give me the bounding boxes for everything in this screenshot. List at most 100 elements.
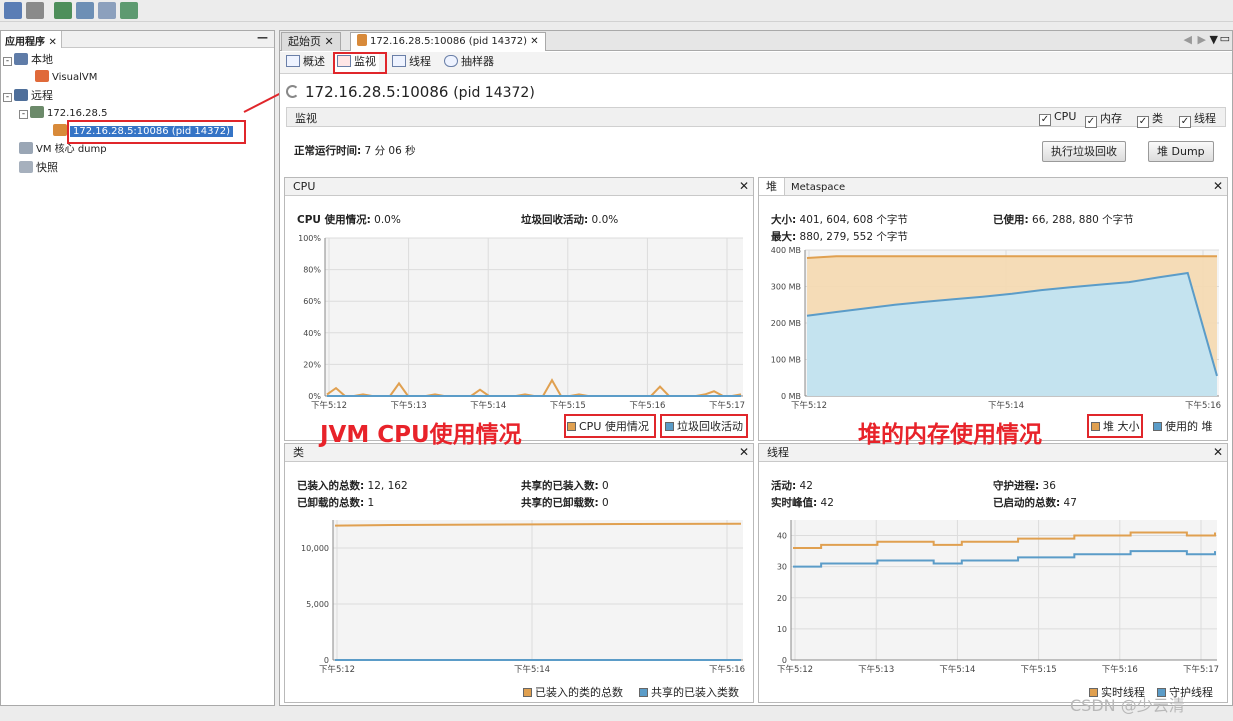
close-icon[interactable]: ✕ [1213,444,1223,461]
annotation-heap: 堆的内存使用情况 [858,422,1042,448]
perform-gc-button[interactable]: 执行垃圾回收 [1042,141,1126,162]
heap-dump-button[interactable]: 堆 Dump [1148,141,1214,162]
tab-list-icon[interactable]: ▼ [1210,33,1218,46]
java-process-icon [53,124,67,136]
heap-max-value: 880, 279, 552 个字节 [799,231,908,243]
tree-core-dump-label: VM 核心 dump [36,144,107,155]
close-icon[interactable]: ✕ [530,36,538,47]
classes-unloaded-label: 已卸载的总数: [297,497,365,509]
java-app-icon [35,70,49,82]
shared-unloaded-value: 0 [602,497,609,509]
threads-started-value: 47 [1063,497,1077,509]
x-tick-label: 下午5:13 [858,664,894,675]
tab-jvm[interactable]: 172.16.28.5:10086 (pid 14372) ✕ [350,32,546,51]
y-tick-label: 300 MB [771,283,801,292]
threads-live-stat: 活动: 42 [771,478,813,493]
threads-icon [392,55,406,67]
collapse-icon[interactable]: - [3,93,12,102]
y-tick-label: 40 [777,532,787,541]
classes-panel: 类 ✕ 已装入的总数: 12, 162 已卸载的总数: 1 共享的已装入数: 0 … [284,443,754,703]
tab-jvm-label: 172.16.28.5:10086 (pid 14372) [370,36,528,47]
minimize-icon[interactable]: — [257,31,268,44]
tree-remote[interactable]: - 远程 [3,87,53,104]
heap-legend-used-label: 使用的 堆 [1165,420,1213,433]
threads-daemon-stat: 守护进程: 36 [993,478,1056,493]
collapse-icon[interactable]: - [19,110,28,119]
close-icon[interactable]: ✕ [739,444,749,461]
close-icon[interactable]: ✕ [48,37,56,48]
core-dump-icon [19,142,33,154]
x-tick-label: 下午5:16 [1102,664,1138,675]
y-tick-label: 0 [324,656,329,665]
y-tick-label: 20 [777,594,787,603]
snapshots-icon [19,161,33,173]
view-subtabs: 概述 监视 线程 抽样器 [280,52,1232,74]
save-icon[interactable] [26,2,44,19]
subtab-threads[interactable]: 线程 [390,54,434,72]
cpu-usage-stat: CPU 使用情况: 0.0% [297,212,401,227]
tree-remote-label: 远程 [31,89,53,102]
loading-icon [286,85,299,98]
cpu-panel-title: CPU [293,180,316,193]
x-tick-label: 下午5:15 [550,400,586,411]
threads-peak-value: 42 [820,497,834,509]
y-tick-label: 80% [303,266,321,275]
subtab-overview[interactable]: 概述 [284,54,328,72]
tree-snapshots[interactable]: 快照 [19,159,58,176]
page-title-text: 172.16.28.5:10086 [305,83,449,101]
legend-swatch-orange [523,688,532,697]
heap-panel-header: 堆 Metaspace ✕ [759,178,1227,196]
close-icon[interactable]: ✕ [1213,178,1223,195]
classes-legend-loaded-label: 已装入的类的总数 [535,686,623,699]
checkbox-cpu-label: CPU [1054,110,1077,123]
classes-unloaded-value: 1 [367,497,375,509]
thread-dump-icon[interactable] [98,2,116,19]
subtab-sampler[interactable]: 抽样器 [442,54,497,72]
close-icon[interactable]: ✕ [325,35,334,48]
x-tick-label: 下午5:16 [1185,400,1221,411]
classes-legend-shared-label: 共享的已装入类数 [651,686,739,699]
open-icon[interactable] [4,2,22,19]
x-tick-label: 下午5:13 [391,400,427,411]
threads-daemon-value: 36 [1042,480,1056,492]
cpu-panel-header: CPU ✕ [285,178,753,196]
checkbox-memory[interactable]: ✓ 内存 [1085,110,1122,128]
uptime-label: 正常运行时间: [294,145,362,157]
applications-tab[interactable]: 应用程序 ✕ [1,31,62,48]
y-tick-label: 60% [303,297,321,306]
y-tick-label: 10,000 [301,544,329,553]
scroll-left-icon[interactable]: ◀ [1184,33,1192,46]
y-tick-label: 10 [777,625,787,634]
checkbox-threads[interactable]: ✓ 线程 [1179,110,1216,128]
metaspace-tab[interactable]: Metaspace [785,179,851,196]
heap-chart: 0 MB 100 MB 200 MB 300 MB 400 MB 下午5:12 下午5:14… [771,246,1221,411]
add-jmx-icon[interactable] [54,2,72,19]
heap-tab[interactable]: 堆 [759,178,785,195]
x-tick-label: 下午5:14 [470,400,506,411]
y-tick-label: 0 MB [781,392,801,401]
tree-visualvm[interactable]: VisualVM [35,69,97,86]
checkbox-cpu[interactable]: ✓ CPU [1039,110,1076,126]
y-tick-label: 20% [303,360,321,369]
shared-loaded-value: 0 [602,480,609,492]
tab-start-page-label: 起始页 [288,35,321,48]
overview-icon [286,55,300,67]
heap-dump-icon[interactable] [76,2,94,19]
tab-start-page[interactable]: 起始页 ✕ [281,32,341,51]
checkbox-classes[interactable]: ✓ 类 [1137,110,1163,128]
x-tick-label: 下午5:14 [514,664,550,675]
applications-tab-label: 应用程序 [5,37,45,48]
applications-panel-header: 应用程序 ✕ — [1,31,274,48]
maximize-icon[interactable]: ▭ [1220,32,1230,45]
tree-local[interactable]: - 本地 [3,51,53,68]
threads-live-label: 活动: [771,480,797,492]
y-tick-label: 5,000 [306,600,329,609]
close-icon[interactable]: ✕ [739,178,749,195]
remote-host-icon [14,89,28,101]
snapshot-icon[interactable] [120,2,138,19]
scroll-right-icon[interactable]: ▶ [1198,33,1206,46]
gc-activity-value: 0.0% [591,214,619,226]
computer-icon [14,53,28,65]
collapse-icon[interactable]: - [3,57,12,66]
y-tick-label: 40% [303,329,321,338]
